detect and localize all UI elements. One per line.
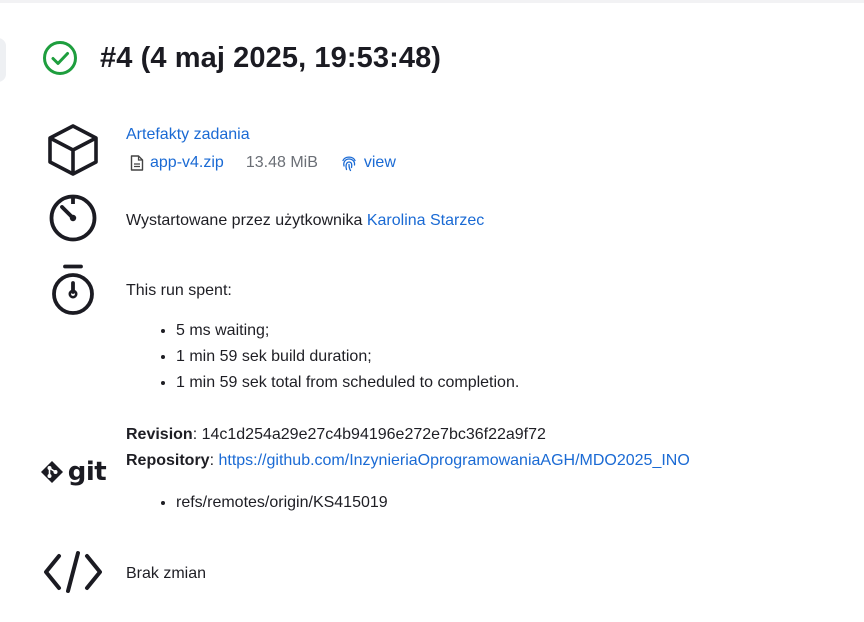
- revision-label: Revision: [126, 426, 193, 443]
- build-header: #4 (4 maj 2025, 19:53:48): [42, 40, 441, 76]
- stopwatch-icon: [52, 264, 94, 315]
- changes-section: Brak zmian: [42, 550, 206, 594]
- artifacts-section: Artefakty zadania app-v4.zip 13.48 MiB v…: [42, 122, 396, 178]
- timer-icon: [49, 194, 97, 242]
- code-icon: [44, 551, 102, 593]
- repository-link[interactable]: https://github.com/InzynieriaOprogramowa…: [218, 452, 689, 469]
- timing-heading: This run spent:: [126, 282, 232, 299]
- artifacts-link[interactable]: Artefakty zadania: [126, 122, 396, 148]
- started-by-text: Wystartowane przez użytkownika: [126, 212, 367, 229]
- revision-value: : 14c1d254a29e27c4b94196e272e7bc36f22a9f…: [192, 426, 546, 443]
- timing-section: This run spent: 5 ms waiting; 1 min 59 s…: [42, 263, 519, 396]
- list-item: 5 ms waiting;: [176, 318, 519, 344]
- top-border: [0, 0, 864, 3]
- list-item: 1 min 59 sek build duration;: [176, 344, 519, 370]
- refs-list: refs/remotes/origin/KS415019: [126, 490, 690, 516]
- side-panel-edge[interactable]: [0, 38, 6, 82]
- git-section: git Revision: 14c1d254a29e27c4b94196e272…: [40, 422, 690, 516]
- fingerprint-icon[interactable]: [340, 154, 358, 172]
- revision-row: Revision: 14c1d254a29e27c4b94196e272e7bc…: [126, 422, 690, 448]
- artifact-row: app-v4.zip 13.48 MiB view: [126, 150, 396, 176]
- file-icon: [130, 155, 144, 171]
- git-logo: git: [40, 428, 107, 516]
- list-item: refs/remotes/origin/KS415019: [176, 490, 690, 516]
- package-icon: [48, 124, 98, 176]
- git-logo-text: git: [67, 457, 107, 487]
- artifact-file-size: 13.48 MiB: [245, 154, 318, 171]
- artifact-view-link[interactable]: view: [364, 150, 396, 176]
- artifact-file-link[interactable]: app-v4.zip: [150, 150, 224, 176]
- git-icon: [40, 461, 63, 483]
- list-item: 1 min 59 sek total from scheduled to com…: [176, 370, 519, 396]
- repository-row: Repository: https://github.com/Inzynieri…: [126, 448, 690, 474]
- repository-label: Repository: [126, 452, 210, 469]
- started-by-section: Wystartowane przez użytkownika Karolina …: [42, 192, 484, 244]
- timing-list: 5 ms waiting; 1 min 59 sek build duratio…: [126, 318, 519, 396]
- success-check-icon: [43, 41, 77, 75]
- user-link[interactable]: Karolina Starzec: [367, 212, 484, 229]
- changes-text: Brak zmian: [126, 565, 207, 582]
- page-title: #4 (4 maj 2025, 19:53:48): [100, 41, 442, 74]
